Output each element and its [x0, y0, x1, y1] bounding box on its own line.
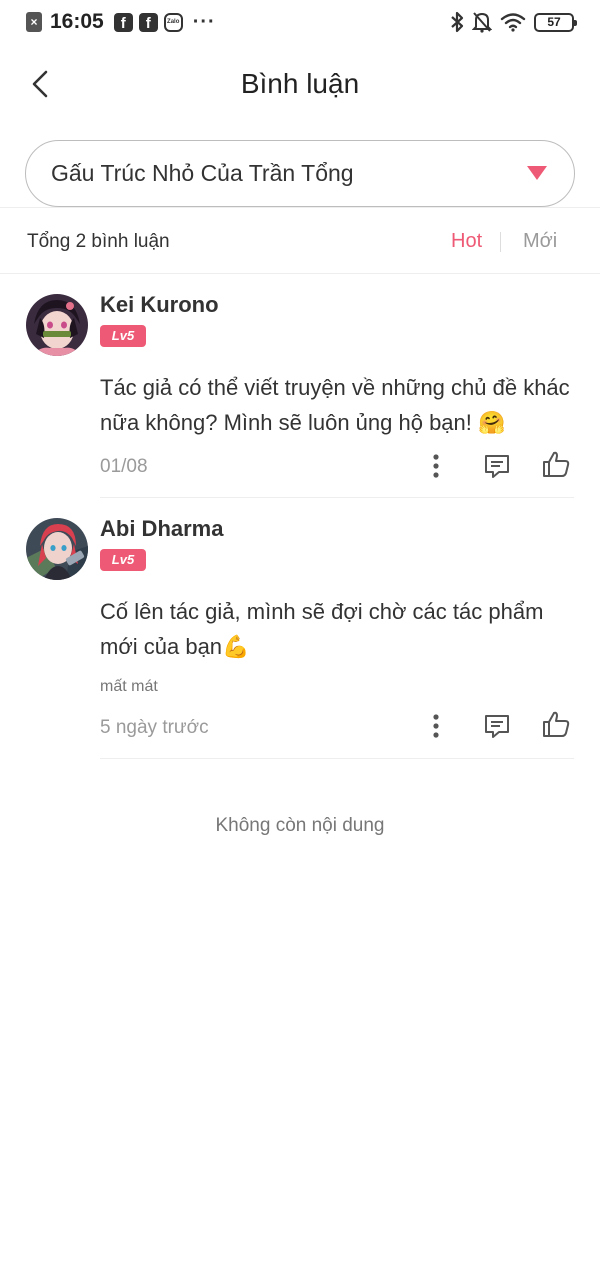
- comment-date: 01/08: [100, 456, 148, 477]
- battery-level: 57: [547, 14, 561, 29]
- reply-button[interactable]: [481, 450, 513, 482]
- more-vertical-icon: [433, 714, 439, 738]
- selector-value: Gấu Trúc Nhỏ Của Trần Tổng: [51, 160, 354, 186]
- status-left: × 16:05 f f Zalo ···: [26, 10, 216, 34]
- sort-new-tab[interactable]: Mới: [523, 230, 557, 253]
- caret-down-icon: [527, 166, 547, 180]
- more-options-button[interactable]: [420, 710, 452, 742]
- like-button[interactable]: [540, 708, 572, 740]
- more-vertical-icon: [433, 454, 439, 478]
- comment-icon: [485, 715, 509, 738]
- status-right: 57: [450, 11, 577, 33]
- comment-count: Tổng 2 bình luận: [27, 231, 170, 252]
- zalo-icon: Zalo: [163, 12, 183, 32]
- battery-icon: 57: [534, 12, 577, 32]
- wifi-icon: [500, 13, 526, 32]
- header: Bình luận: [0, 52, 600, 116]
- facebook-icon: f: [113, 12, 133, 32]
- divider: [0, 273, 600, 274]
- story-selector-dropdown[interactable]: Gấu Trúc Nhỏ Của Trần Tổng: [25, 140, 575, 207]
- bluetooth-icon: [451, 11, 464, 33]
- comment-text: Cố lên tác giả, mình sẽ đợi chờ các tác …: [100, 594, 580, 664]
- sort-hot-tab[interactable]: Hot: [451, 230, 482, 253]
- avatar[interactable]: [26, 518, 88, 580]
- sort-separator: [500, 232, 501, 252]
- like-button[interactable]: [540, 448, 572, 480]
- bell-off-icon: [472, 12, 492, 33]
- avatar-image: [26, 294, 88, 356]
- comment-username[interactable]: Abi Dharma: [100, 516, 223, 542]
- more-dots-icon: ···: [192, 10, 216, 33]
- status-time: 16:05: [50, 10, 104, 33]
- avatar[interactable]: [26, 294, 88, 356]
- more-options-button[interactable]: [420, 450, 452, 482]
- comment-body: Tác giả có thể viết truyện về những chủ …: [100, 375, 570, 435]
- sort-bar: Tổng 2 bình luận Hot Mới: [0, 222, 600, 262]
- notification-x-icon: ×: [26, 12, 42, 32]
- thumbs-up-icon: [543, 451, 570, 477]
- avatar-image: [26, 518, 88, 580]
- status-bar: × 16:05 f f Zalo ··· 57: [0, 0, 600, 46]
- comment-sub-note: mất mát: [100, 678, 158, 695]
- comment-date: 5 ngày trước: [100, 717, 209, 738]
- level-badge: Lv5: [100, 325, 146, 347]
- divider: [0, 207, 600, 208]
- page-title: Bình luận: [240, 68, 360, 99]
- comment-text: Tác giả có thể viết truyện về những chủ …: [100, 370, 580, 440]
- comment-username[interactable]: Kei Kurono: [100, 292, 219, 318]
- row-divider: [100, 758, 574, 759]
- comment-icon: [485, 455, 509, 478]
- level-badge: Lv5: [100, 549, 146, 571]
- reply-button[interactable]: [481, 710, 513, 742]
- facebook-icon: f: [138, 12, 158, 32]
- row-divider: [100, 497, 574, 498]
- no-more-content-label: Không còn nội dung: [215, 815, 385, 836]
- comment-body: Cố lên tác giả, mình sẽ đợi chờ các tác …: [100, 599, 544, 659]
- thumbs-up-icon: [543, 711, 570, 737]
